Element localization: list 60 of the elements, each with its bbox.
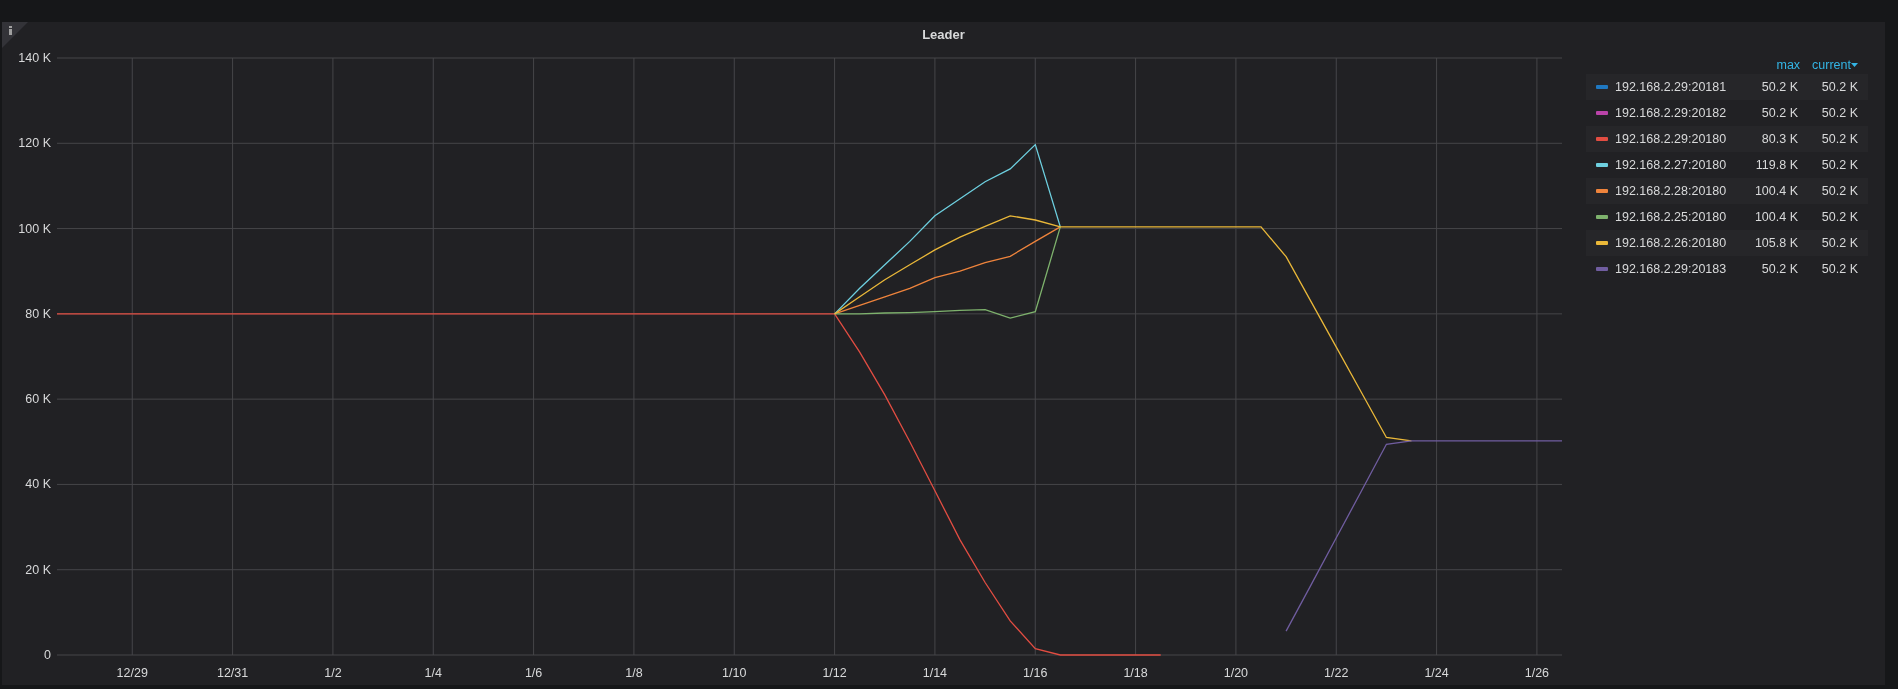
panel-title: Leader [922, 26, 965, 45]
series-name: 192.168.2.28:20180 [1615, 182, 1727, 200]
x-axis-label: 1/24 [1424, 666, 1449, 680]
max-value: 105.8 K [1753, 234, 1798, 252]
y-axis-label: 140 K [18, 51, 51, 65]
x-axis-label: 1/18 [1123, 666, 1148, 680]
current-value: 50.2 K [1820, 182, 1858, 200]
y-axis-label: 20 K [25, 562, 51, 577]
legend-row[interactable]: 192.168.2.29:20180 80.3 K 50.2 K [1586, 126, 1868, 152]
caret-icon [1851, 63, 1858, 67]
series-name: 192.168.2.26:20180 [1615, 234, 1727, 252]
x-axis-label: 1/22 [1324, 666, 1349, 680]
current-value: 50.2 K [1820, 104, 1858, 122]
x-axis-label: 1/6 [524, 666, 543, 680]
y-axis-label: 120 K [18, 136, 51, 151]
x-axis-label: 1/2 [324, 666, 342, 680]
series-name: 192.168.2.27:20180 [1615, 156, 1727, 174]
series-name: 192.168.2.29:20183 [1615, 260, 1727, 278]
y-axis-label: 60 K [25, 392, 51, 407]
current-value: 50.2 K [1820, 260, 1858, 278]
legend-row[interactable]: 192.168.2.28:20180 100.4 K 50.2 K [1586, 178, 1868, 204]
current-value: 50.2 K [1820, 156, 1858, 174]
series-name: 192.168.2.29:20180 [1615, 130, 1727, 148]
max-value: 50.2 K [1760, 104, 1798, 122]
max-value: 80.3 K [1760, 130, 1798, 148]
x-axis-label: 1/16 [1023, 666, 1048, 680]
max-value: 50.2 K [1760, 260, 1798, 278]
legend-column-header[interactable]: current [1812, 55, 1858, 75]
x-axis-label: 12/29 [116, 666, 148, 680]
x-axis-label: 1/10 [722, 666, 747, 680]
current-value: 50.2 K [1820, 78, 1858, 96]
x-axis-label: 1/26 [1524, 666, 1550, 680]
x-axis-label: 1/12 [822, 666, 847, 680]
legend-row[interactable]: 192.168.2.26:20180 105.8 K 50.2 K [1586, 230, 1868, 256]
y-axis-label: 80 K [25, 306, 51, 321]
x-axis-label: 12/31 [216, 666, 249, 680]
series-name: 192.168.2.29:20182 [1615, 104, 1727, 122]
legend-row[interactable]: 192.168.2.29:20181 50.2 K 50.2 K [1586, 74, 1868, 100]
x-axis-label: 1/8 [625, 666, 643, 680]
current-value: 50.2 K [1820, 208, 1858, 226]
x-axis-label: 1/4 [424, 666, 442, 680]
legend-column-header[interactable]: max [1776, 55, 1801, 75]
current-value: 50.2 K [1820, 234, 1858, 252]
series-name: 192.168.2.25:20180 [1615, 208, 1727, 226]
y-axis-label: 0 [44, 648, 51, 662]
legend-row[interactable]: 192.168.2.29:20183 50.2 K 50.2 K [1586, 256, 1868, 282]
legend-row[interactable]: 192.168.2.29:20182 50.2 K 50.2 K [1586, 100, 1868, 126]
y-axis-label: 100 K [18, 221, 51, 236]
max-value: 100.4 K [1753, 208, 1798, 226]
series-name: 192.168.2.29:20181 [1615, 78, 1727, 96]
x-axis-label: 1/20 [1223, 666, 1249, 680]
y-axis-label: 40 K [25, 477, 51, 492]
legend-row[interactable]: 192.168.2.25:20180 100.4 K 50.2 K [1586, 204, 1868, 230]
max-value: 119.8 K [1754, 156, 1798, 174]
max-value: 50.2 K [1760, 78, 1798, 96]
max-value: 100.4 K [1753, 182, 1798, 200]
info-icon[interactable] [2, 22, 28, 48]
current-value: 50.2 K [1820, 130, 1858, 148]
x-axis-label: 1/14 [922, 666, 948, 680]
legend-row[interactable]: 192.168.2.27:20180 119.8 K 50.2 K [1586, 152, 1868, 178]
